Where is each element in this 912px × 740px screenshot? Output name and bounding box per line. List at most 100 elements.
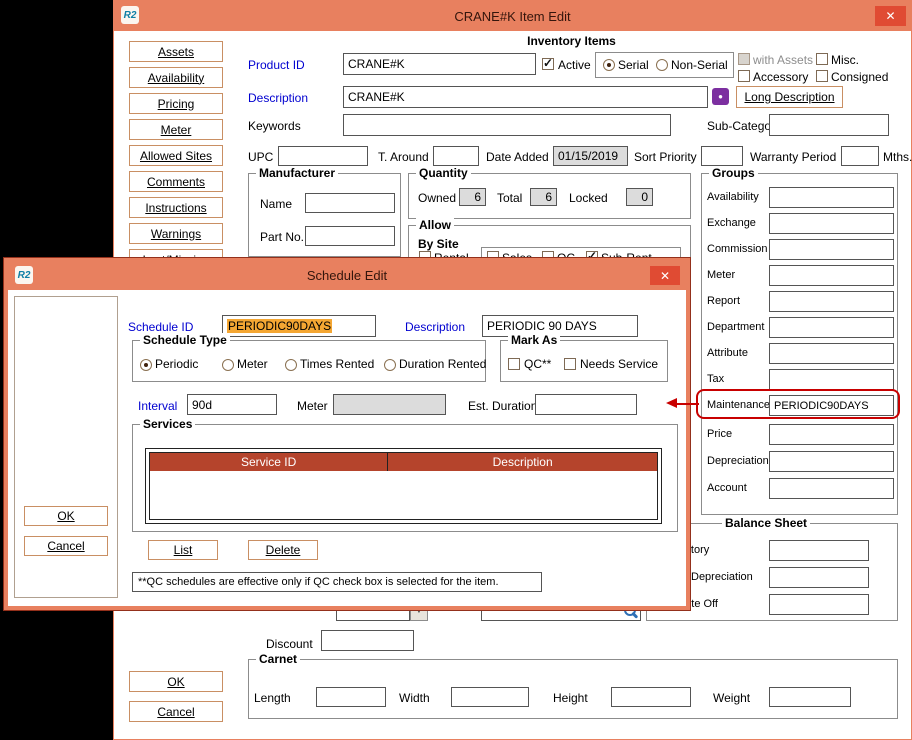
total-value: 6 [530, 188, 557, 206]
schedule-id-selected-text: PERIODIC90DAYS [227, 319, 332, 333]
list-button[interactable]: List [148, 540, 218, 560]
group-report-label: Report [707, 295, 740, 307]
window-title: CRANE#K Item Edit [114, 9, 911, 24]
schedule-id-input[interactable]: PERIODIC90DAYS [222, 315, 376, 337]
product-id-input[interactable]: CRANE#K [343, 53, 536, 75]
groups-legend: Groups [709, 166, 758, 180]
keywords-label: Keywords [248, 119, 301, 133]
services-table-header: Service ID Description [150, 453, 657, 471]
group-tax-input[interactable] [769, 369, 894, 390]
group-account-label: Account [707, 482, 747, 494]
meter-radio[interactable] [222, 359, 234, 371]
est-duration-input[interactable] [535, 394, 637, 415]
qc-note: **QC schedules are effective only if QC … [132, 572, 542, 592]
group-meter-input[interactable] [769, 265, 894, 286]
width-input[interactable] [451, 687, 529, 707]
interval-input[interactable]: 90d [187, 394, 277, 415]
group-commission-input[interactable] [769, 239, 894, 260]
upc-input[interactable] [278, 146, 368, 166]
cancel-button[interactable]: Cancel [129, 701, 223, 722]
group-report-input[interactable] [769, 291, 894, 312]
group-department-label: Department [707, 321, 764, 333]
t-around-input[interactable] [433, 146, 479, 166]
interval-label: Interval [138, 399, 177, 413]
group-price-label: Price [707, 428, 732, 440]
active-checkbox[interactable] [542, 58, 554, 70]
sub-category-input[interactable] [769, 114, 889, 136]
sidebar-item-pricing[interactable]: Pricing [129, 93, 223, 114]
duration-rented-radio[interactable] [384, 359, 396, 371]
group-depreciation-input[interactable] [769, 451, 894, 472]
bs-depreciation-input[interactable] [769, 567, 869, 588]
discount-label: Discount [266, 637, 313, 651]
needs-service-label: Needs Service [580, 357, 658, 371]
t-around-label: T. Around [378, 150, 429, 164]
group-department-input[interactable] [769, 317, 894, 338]
titlebar: R2 CRANE#K Item Edit ✕ [114, 1, 911, 31]
meter-input [333, 394, 446, 415]
sidebar-item-meter[interactable]: Meter [129, 119, 223, 140]
group-exchange-input[interactable] [769, 213, 894, 234]
bs-inventory-input[interactable] [769, 540, 869, 561]
warranty-period-label: Warranty Period [750, 150, 836, 164]
serial-radio[interactable] [603, 59, 615, 71]
accessory-checkbox[interactable] [738, 70, 750, 82]
ok-button[interactable]: OK [129, 671, 223, 692]
manufacturer-partno-input[interactable] [305, 226, 395, 246]
services-table-body[interactable] [150, 471, 657, 519]
discount-input[interactable] [321, 630, 414, 651]
group-attribute-input[interactable] [769, 343, 894, 364]
services-legend: Services [140, 417, 195, 431]
sidebar-item-allowed-sites[interactable]: Allowed Sites [129, 145, 223, 166]
manufacturer-legend: Manufacturer [256, 166, 338, 180]
consigned-checkbox[interactable] [816, 70, 828, 82]
dialog-close-icon[interactable]: ✕ [650, 266, 680, 285]
group-price-input[interactable] [769, 424, 894, 445]
sidebar-item-availability[interactable]: Availability [129, 67, 223, 88]
group-availability-input[interactable] [769, 187, 894, 208]
height-input[interactable] [611, 687, 691, 707]
description-globe-icon[interactable]: ● [712, 88, 729, 105]
group-exchange-label: Exchange [707, 217, 756, 229]
delete-button[interactable]: Delete [248, 540, 318, 560]
description-column-header: Description [388, 453, 657, 471]
description-label: Description [248, 91, 308, 105]
needs-service-checkbox[interactable] [564, 358, 576, 370]
mark-as-legend: Mark As [508, 333, 560, 347]
active-label: Active [558, 58, 591, 72]
group-account-input[interactable] [769, 478, 894, 499]
sort-priority-input[interactable] [701, 146, 743, 166]
sidebar-item-assets[interactable]: Assets [129, 41, 223, 62]
length-input[interactable] [316, 687, 386, 707]
keywords-input[interactable] [343, 114, 671, 136]
times-rented-radio[interactable] [285, 359, 297, 371]
services-table-inner: Service ID Description [149, 452, 658, 520]
allow-legend: Allow [416, 218, 454, 232]
with-assets-label: with Assets [753, 53, 813, 67]
periodic-radio[interactable] [140, 359, 152, 371]
app-logo-icon: R2 [121, 6, 139, 24]
sidebar-item-instructions[interactable]: Instructions [129, 197, 223, 218]
dialog-ok-button[interactable]: OK [24, 506, 108, 526]
bs-writeoff-input[interactable] [769, 594, 869, 615]
group-meter-label: Meter [707, 269, 735, 281]
duration-rented-label: Duration Rented [399, 357, 486, 371]
description-input[interactable]: CRANE#K [343, 86, 708, 108]
service-id-column-header: Service ID [150, 453, 388, 471]
dialog-cancel-button[interactable]: Cancel [24, 536, 108, 556]
sidebar-item-warnings[interactable]: Warnings [129, 223, 223, 244]
manufacturer-name-input[interactable] [305, 193, 395, 213]
group-depreciation-label: Depreciation [707, 455, 769, 467]
consigned-label: Consigned [831, 70, 888, 84]
non-serial-label: Non-Serial [671, 58, 728, 72]
non-serial-radio[interactable] [656, 59, 668, 71]
close-icon[interactable]: ✕ [875, 6, 906, 26]
weight-input[interactable] [769, 687, 851, 707]
qc-checkbox[interactable] [508, 358, 520, 370]
meter-field-label: Meter [297, 399, 328, 413]
sidebar-item-comments[interactable]: Comments [129, 171, 223, 192]
long-description-button[interactable]: Long Description [736, 86, 843, 108]
weight-label: Weight [713, 691, 750, 705]
warranty-period-input[interactable] [841, 146, 879, 166]
misc-checkbox[interactable] [816, 53, 828, 65]
